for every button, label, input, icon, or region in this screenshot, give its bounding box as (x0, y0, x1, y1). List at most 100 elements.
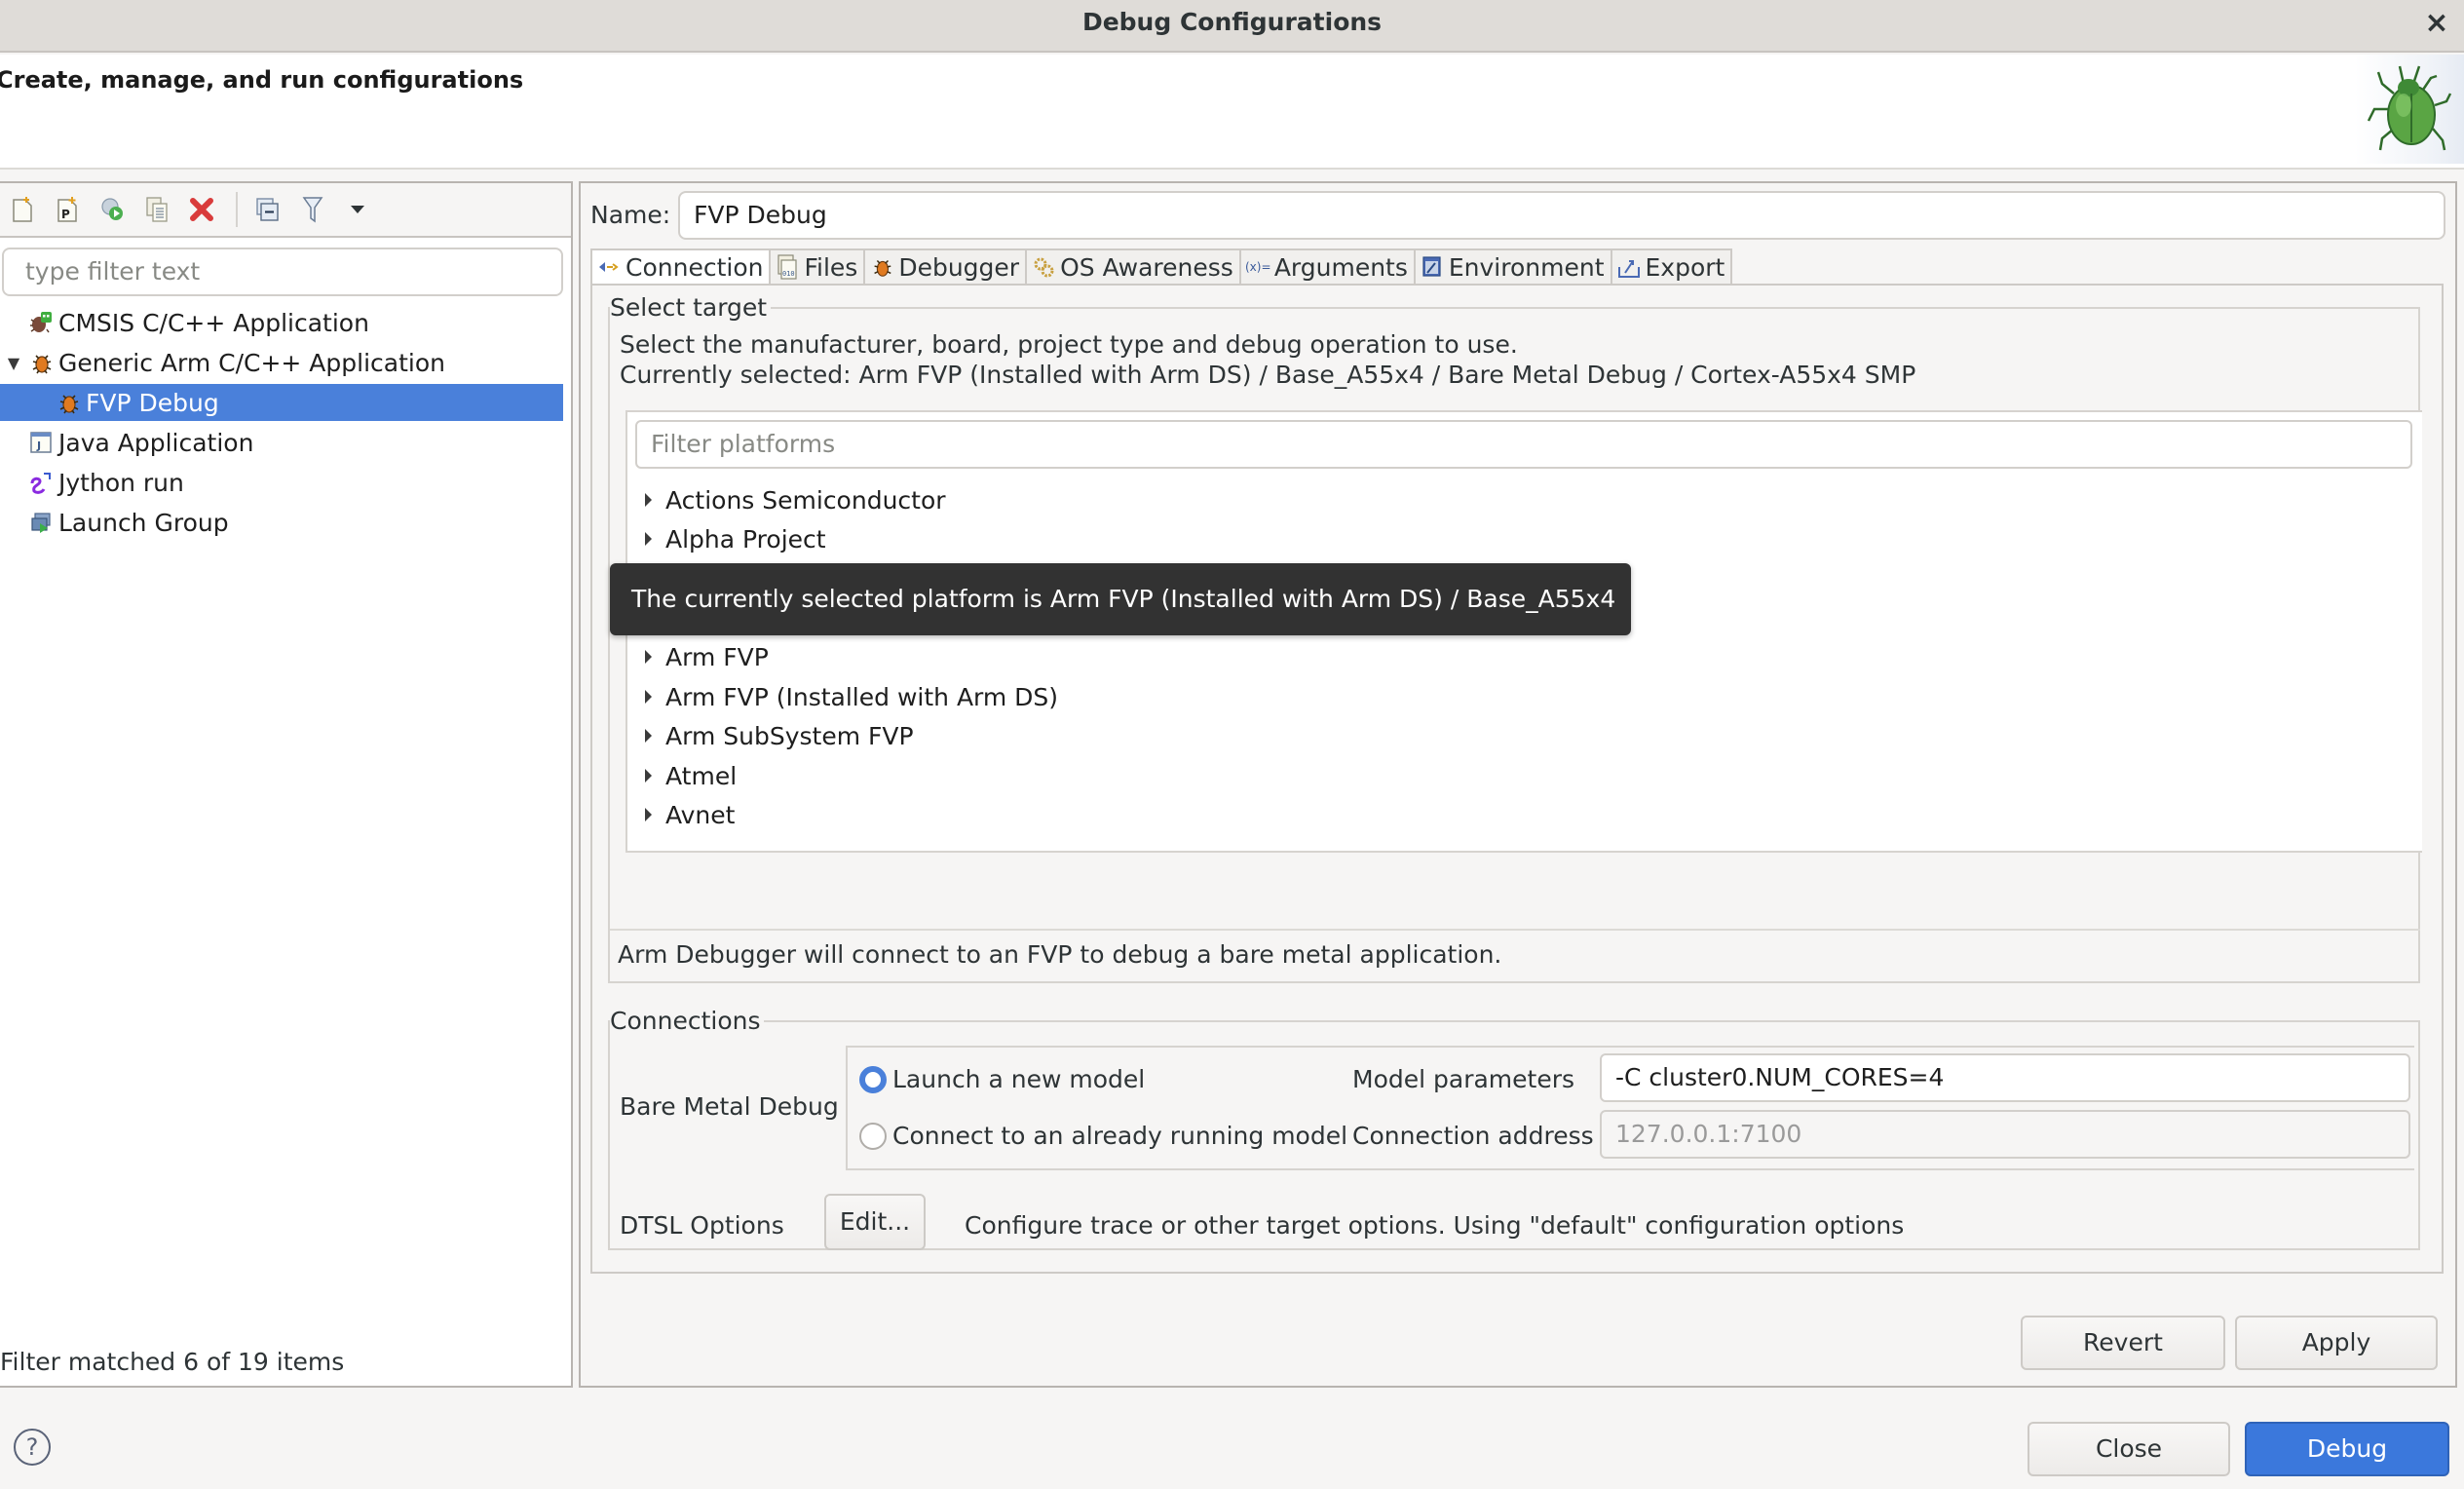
tab-environment[interactable]: Environment (1415, 248, 1612, 286)
close-button[interactable]: Close (2028, 1422, 2230, 1476)
collapse-all-icon[interactable] (253, 195, 283, 224)
java-icon: J (27, 429, 55, 456)
select-target-label: Select target (610, 293, 772, 322)
expand-arrow-icon[interactable] (645, 532, 652, 546)
configuration-list-panel: P type filter text CMSIS C/C++ Applicati… (0, 181, 573, 1388)
filter-input[interactable]: type filter text (2, 248, 563, 296)
platform-item[interactable]: Arm FVP (645, 639, 769, 674)
tab-debugger[interactable]: Debugger (865, 248, 1028, 286)
platform-item[interactable]: Arm FVP (Installed with Arm DS) (645, 679, 1058, 714)
export-icon (1616, 254, 1642, 280)
delete-icon[interactable] (187, 195, 216, 224)
apply-button[interactable]: Apply (2235, 1316, 2438, 1370)
tab-label: Environment (1448, 252, 1605, 282)
tree-item-label: FVP Debug (86, 388, 219, 417)
launch-group-icon (27, 509, 55, 536)
expand-arrow-icon[interactable] (645, 650, 652, 664)
dialog-header: Create, manage, and run configurations (0, 55, 2464, 170)
dtsl-description: Configure trace or other target options.… (965, 1211, 1905, 1240)
debug-button[interactable]: Debug (2245, 1422, 2449, 1476)
duplicate-icon[interactable] (142, 195, 171, 224)
expand-arrow-icon[interactable] (645, 493, 652, 507)
model-parameters-label: Model parameters (1352, 1065, 1575, 1093)
currently-selected-text: Currently selected: Arm FVP (Installed w… (620, 361, 1916, 389)
model-parameters-input[interactable]: -C cluster0.NUM_CORES=4 (1600, 1053, 2410, 1102)
tree-item-label: Launch Group (58, 508, 229, 537)
tab-label: Connection (625, 252, 764, 282)
radio-unchecked-icon[interactable] (859, 1122, 887, 1150)
name-input[interactable]: FVP Debug (678, 191, 2445, 240)
tab-os-awareness[interactable]: OS Awareness (1027, 248, 1241, 286)
tab-label: OS Awareness (1060, 252, 1233, 282)
select-target-instruction: Select the manufacturer, board, project … (620, 330, 1518, 359)
connect-running-model-radio[interactable]: Connect to an already running model (859, 1122, 1347, 1150)
configuration-editor-panel: Name: FVP Debug Connection 010 Files Deb… (579, 181, 2457, 1388)
tab-label: Arguments (1273, 252, 1408, 282)
help-icon[interactable]: ? (14, 1429, 51, 1466)
filter-platforms-input[interactable]: Filter platforms (635, 420, 2412, 469)
bare-metal-debug-label: Bare Metal Debug (620, 1092, 839, 1121)
tab-connection[interactable]: Connection (590, 248, 772, 286)
platform-item[interactable]: Actions Semiconductor (645, 482, 946, 517)
cmsis-bug-icon (27, 309, 55, 336)
svg-text:J: J (36, 439, 41, 452)
connection-mode-group: Launch a new model Model parameters -C c… (846, 1046, 2414, 1170)
revert-button[interactable]: Revert (2021, 1316, 2225, 1370)
platform-item[interactable]: Alpha Project (645, 521, 826, 556)
svg-text:P: P (61, 208, 70, 221)
connections-label: Connections (610, 1007, 765, 1035)
platform-item[interactable]: Arm SubSystem FVP (645, 718, 914, 753)
tree-item-java-application[interactable]: J Java Application (0, 424, 563, 461)
tree-item-label: Java Application (58, 428, 254, 457)
target-description: Arm Debugger will connect to an FVP to d… (610, 929, 2420, 978)
view-menu-icon[interactable] (343, 195, 372, 224)
connection-address-input[interactable]: 127.0.0.1:7100 (1600, 1110, 2410, 1159)
connection-address-label: Connection address (1352, 1122, 1594, 1150)
tree-item-launch-group[interactable]: Launch Group (0, 504, 563, 541)
expand-arrow-icon[interactable] (645, 808, 652, 821)
export-configuration-icon[interactable] (97, 195, 127, 224)
expand-arrow-icon[interactable] (645, 769, 652, 783)
tab-arguments[interactable]: (x)= Arguments (1240, 248, 1416, 286)
arm-bug-icon (55, 389, 82, 416)
dtsl-edit-button[interactable]: Edit... (824, 1194, 926, 1250)
window-title: Debug Configurations (1081, 8, 1383, 36)
tab-label: Debugger (898, 252, 1020, 282)
files-icon: 010 (775, 254, 800, 280)
name-label: Name: (590, 201, 671, 229)
jython-icon (27, 469, 55, 496)
svg-text:010: 010 (782, 270, 795, 278)
arguments-icon: (x)= (1245, 254, 1270, 280)
tree-item-label: Jython run (58, 468, 184, 497)
tree-item-jython-run[interactable]: Jython run (0, 464, 563, 501)
tree-item-cmsis[interactable]: CMSIS C/C++ Application (0, 304, 563, 341)
select-target-group: Select target Select the manufacturer, b… (608, 293, 2422, 983)
tab-label: Export (1645, 252, 1725, 282)
filter-status: Filter matched 6 of 19 items (0, 1348, 345, 1376)
expand-arrow-icon[interactable] (645, 690, 652, 704)
radio-checked-icon[interactable] (859, 1065, 887, 1093)
arm-bug-icon (27, 349, 55, 376)
expand-arrow-icon[interactable] (645, 729, 652, 743)
platform-item[interactable]: Atmel (645, 758, 737, 793)
launch-new-model-radio[interactable]: Launch a new model (859, 1065, 1145, 1093)
new-configuration-icon[interactable] (8, 195, 37, 224)
configuration-toolbar: P (0, 183, 571, 238)
close-window-button[interactable]: × (2419, 6, 2454, 40)
tab-files[interactable]: 010 Files (771, 248, 866, 286)
tab-export[interactable]: Export (1611, 248, 1733, 286)
connection-icon (596, 254, 622, 280)
tab-label: Files (804, 252, 858, 282)
tree-item-generic-arm[interactable]: ▼ Generic Arm C/C++ Application (0, 344, 563, 381)
new-prototype-icon[interactable]: P (53, 195, 82, 224)
config-tabs: Connection 010 Files Debugger OS Awarene… (590, 248, 1733, 286)
connection-tab-content: Select target Select the manufacturer, b… (590, 284, 2444, 1274)
filter-icon[interactable] (298, 195, 327, 224)
expand-arrow-icon[interactable]: ▼ (0, 354, 27, 372)
tree-item-fvp-debug[interactable]: FVP Debug (0, 384, 563, 421)
connections-group: Connections Bare Metal Debug Launch a ne… (608, 1007, 2420, 1250)
dialog-subtitle: Create, manage, and run configurations (0, 66, 524, 94)
title-bar: Debug Configurations × (0, 0, 2464, 53)
tree-item-label: CMSIS C/C++ Application (58, 308, 369, 337)
platform-item[interactable]: Avnet (645, 797, 735, 832)
